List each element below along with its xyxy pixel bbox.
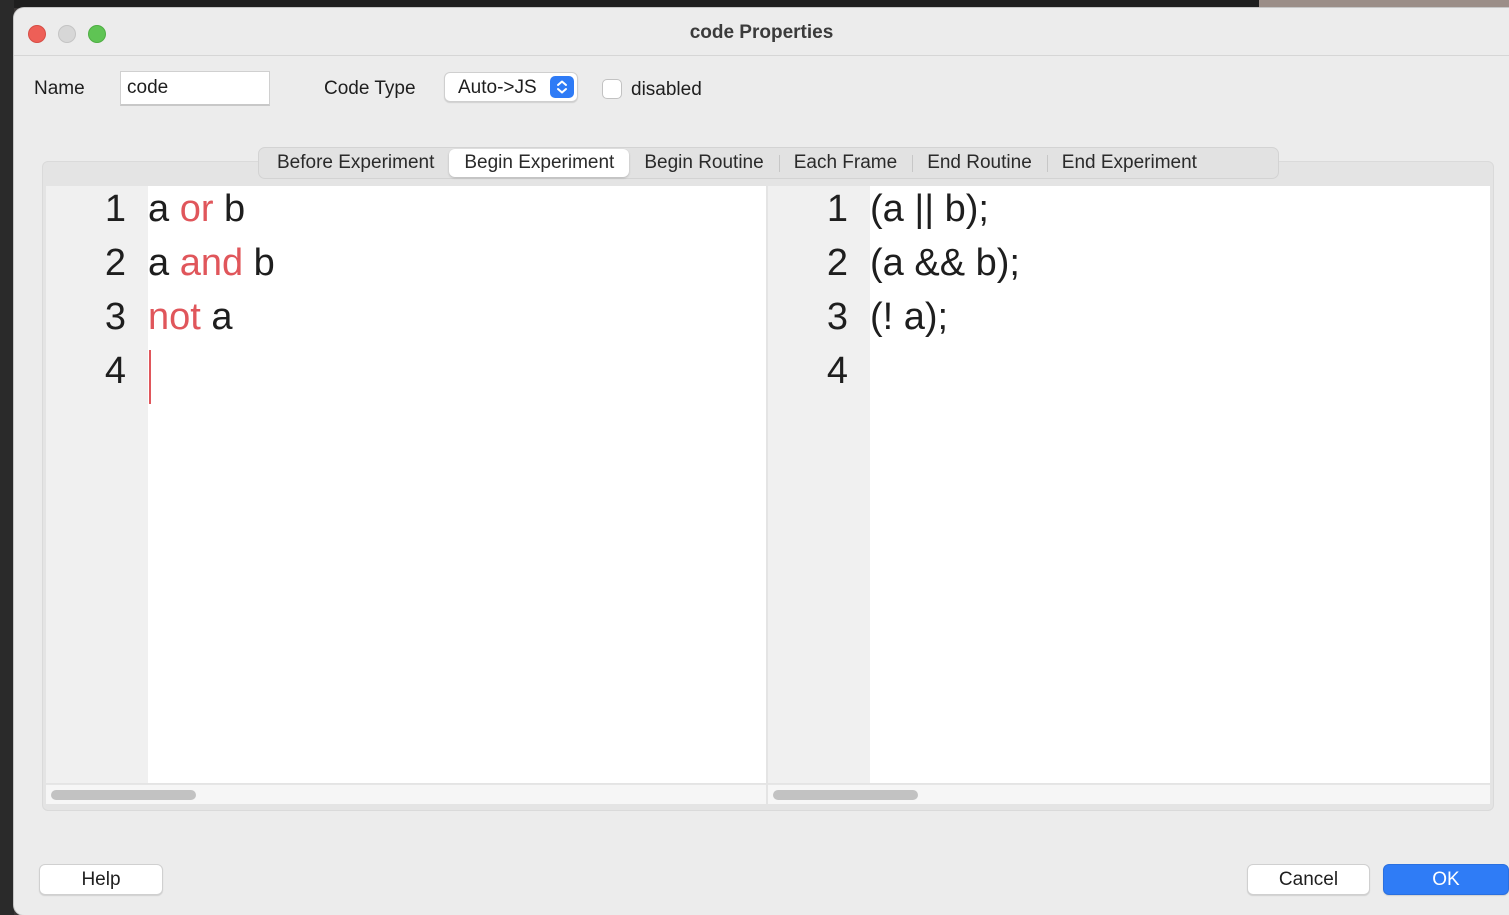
tab-begin-routine[interactable]: Begin Routine [629, 149, 778, 177]
code-line: 1 (a || b); [768, 188, 1490, 242]
keyword-token: or [179, 188, 214, 230]
name-field[interactable] [120, 71, 270, 106]
code-line: 4 [768, 350, 1490, 404]
code-text: (a || b); [870, 188, 989, 230]
js-horizontal-scrollbar[interactable] [768, 784, 1490, 804]
js-code-editor[interactable]: 1 (a || b); 2 (a && b); 3 (! a); 4 [768, 186, 1490, 783]
line-number: 1 [104, 188, 126, 230]
code-line: 1 a or b [46, 188, 766, 242]
code-line: 3 not a [46, 296, 766, 350]
tab-each-frame[interactable]: Each Frame [778, 149, 912, 177]
code-text: a or b [148, 188, 245, 231]
code-type-label: Code Type [324, 78, 416, 99]
tab-end-routine[interactable]: End Routine [912, 149, 1047, 177]
cancel-button[interactable]: Cancel [1247, 864, 1370, 895]
line-number: 3 [104, 296, 126, 338]
line-number: 4 [826, 350, 848, 392]
tab-bar: Before Experiment Begin Experiment Begin… [258, 147, 1279, 179]
keyword-token: not [148, 296, 201, 338]
keyword-token: and [179, 242, 244, 284]
name-label: Name [34, 78, 85, 99]
code-line: 2 a and b [46, 242, 766, 296]
scrollbar-thumb[interactable] [773, 790, 918, 800]
code-line: 3 (! a); [768, 296, 1490, 350]
chevron-up-down-icon [550, 76, 574, 98]
code-text: not a [148, 296, 233, 339]
code-token: a [200, 296, 233, 338]
code-type-select[interactable]: Auto->JS [444, 72, 578, 102]
line-number: 2 [104, 242, 126, 284]
line-number: 2 [826, 242, 848, 284]
tab-begin-experiment[interactable]: Begin Experiment [449, 149, 630, 177]
python-horizontal-scrollbar[interactable] [46, 784, 766, 804]
desktop-background-left [0, 0, 14, 915]
code-text: (! a); [870, 296, 949, 338]
window-title: code Properties [689, 22, 834, 43]
code-token: b [213, 188, 246, 230]
code-properties-dialog: code Properties Name Code Type Auto->JS … [14, 8, 1509, 915]
help-button[interactable]: Help [39, 864, 163, 895]
python-code-editor[interactable]: 1 a or b 2 a and b 3 not a 4 [46, 186, 766, 783]
text-caret [149, 350, 151, 404]
scrollbar-thumb[interactable] [51, 790, 196, 800]
code-token: b [243, 242, 275, 284]
ok-button[interactable]: OK [1383, 864, 1509, 895]
tab-end-experiment[interactable]: End Experiment [1046, 149, 1212, 177]
code-token: a [148, 188, 180, 230]
disabled-checkbox[interactable] [602, 79, 622, 99]
disabled-label: disabled [631, 79, 702, 100]
tab-before-experiment[interactable]: Before Experiment [262, 149, 449, 177]
code-type-value: Auto->JS [458, 77, 537, 98]
line-number: 4 [104, 350, 126, 392]
title-bar: code Properties [14, 8, 1509, 56]
line-number: 1 [826, 188, 848, 230]
code-line: 4 [46, 350, 766, 404]
code-text: (a && b); [870, 242, 1020, 284]
code-line: 2 (a && b); [768, 242, 1490, 296]
code-text: a and b [148, 242, 275, 285]
code-token: a [148, 242, 180, 284]
line-number: 3 [826, 296, 848, 338]
